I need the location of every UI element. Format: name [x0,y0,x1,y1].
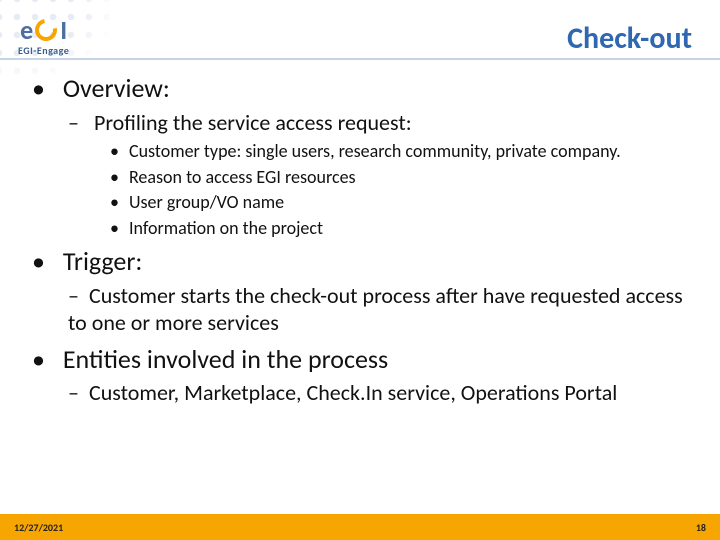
title-underline [0,58,720,60]
bullet-trigger: Trigger: Customer starts the check-out p… [32,245,692,337]
logo: e I EGI-Engage [18,14,69,57]
bullet-overview-label: Overview: [63,72,170,104]
logo-letter-e: e [20,14,32,46]
bullet-overview: Overview: Profiling the service access r… [32,72,692,239]
logo-subline: EGI-Engage [18,44,69,57]
footer-bar: 12/27/2021 18 [0,514,720,540]
logo-letter-i: I [60,14,67,46]
bullet-entities-label: Entities involved in the process [63,343,388,375]
bullet-profiling-d: Information on the project [110,217,692,240]
footer-page-number: 18 [696,521,706,534]
bullet-overview-profiling: Profiling the service access request: Cu… [68,109,692,240]
bullet-profiling-c: User group/VO name [110,191,692,214]
logo-ring-icon [31,15,62,46]
slide: e I EGI-Engage Check-out Overview: Profi… [0,0,720,540]
bullet-profiling-a: Customer type: single users, research co… [110,140,692,163]
bullet-trigger-label: Trigger: [63,245,143,277]
logo-mark: e I [20,14,67,46]
bullet-trigger-sub: Customer starts the check-out process af… [68,282,692,337]
bullet-entities-sub: Customer, Marketplace, Check.In service,… [68,379,692,407]
footer-date: 12/27/2021 [14,521,63,534]
bullet-profiling-b: Reason to access EGI resources [110,166,692,189]
slide-title: Check-out [567,20,692,57]
bullet-overview-profiling-label: Profiling the service access request: [94,109,412,136]
bullet-entities: Entities involved in the process Custome… [32,343,692,407]
slide-body: Overview: Profiling the service access r… [32,66,692,413]
